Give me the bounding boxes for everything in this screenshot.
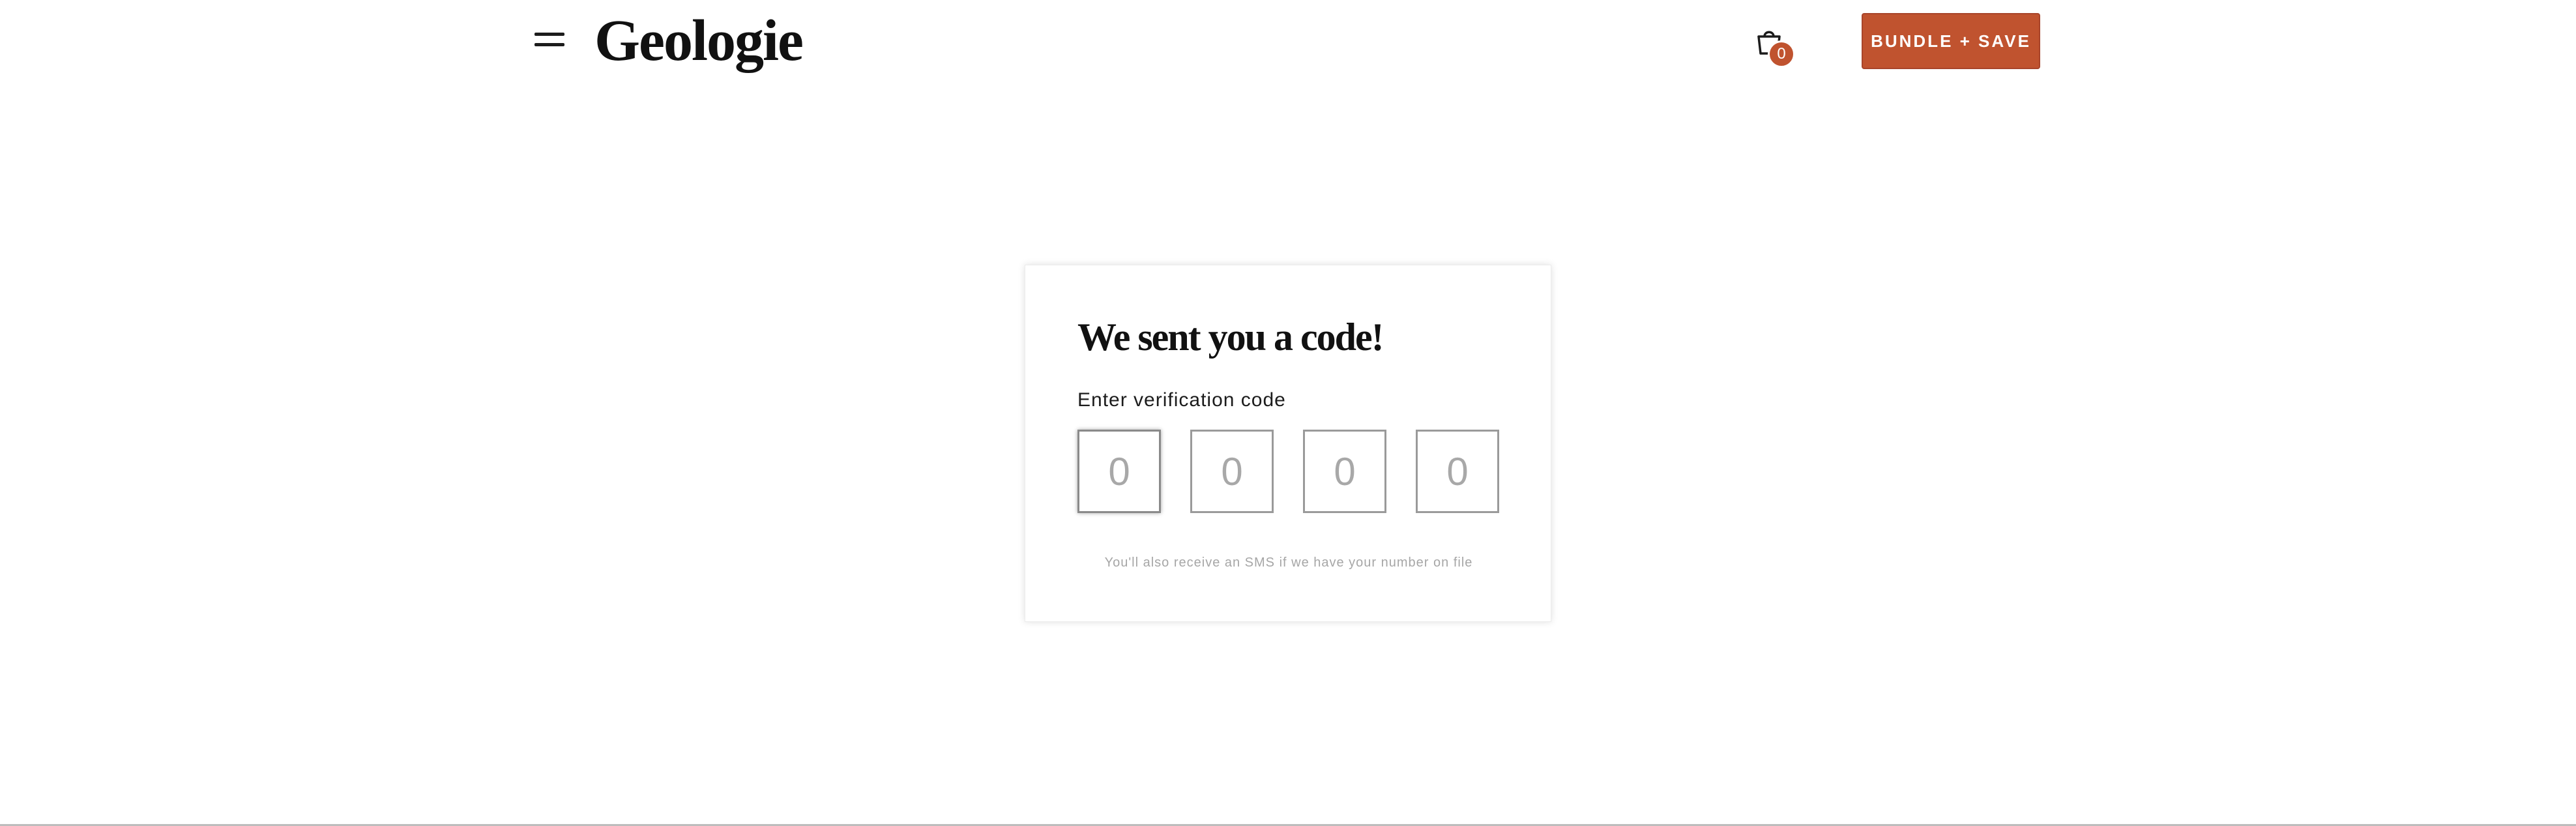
hamburger-menu-icon[interactable]: [534, 29, 564, 49]
code-digit-2-input[interactable]: [1190, 430, 1274, 513]
code-digit-3-input[interactable]: [1303, 430, 1386, 513]
sms-note: You'll also receive an SMS if we have yo…: [1104, 555, 1473, 570]
verification-code-label: Enter verification code: [1077, 389, 1286, 411]
code-digit-1-input[interactable]: [1077, 430, 1161, 513]
bundle-save-button[interactable]: BUNDLE + SAVE: [1862, 13, 2040, 69]
verification-card: We sent you a code! Enter verification c…: [1025, 265, 1551, 622]
verification-title: We sent you a code!: [1077, 316, 1384, 359]
code-digit-4-input[interactable]: [1416, 430, 1499, 513]
logo[interactable]: Geologie: [594, 5, 804, 77]
page: Geologie 0 BUNDLE + SAVE We sent you a c…: [0, 0, 2576, 826]
cart-count-badge: 0: [1768, 40, 1795, 68]
cart-button[interactable]: 0: [1753, 25, 1795, 68]
